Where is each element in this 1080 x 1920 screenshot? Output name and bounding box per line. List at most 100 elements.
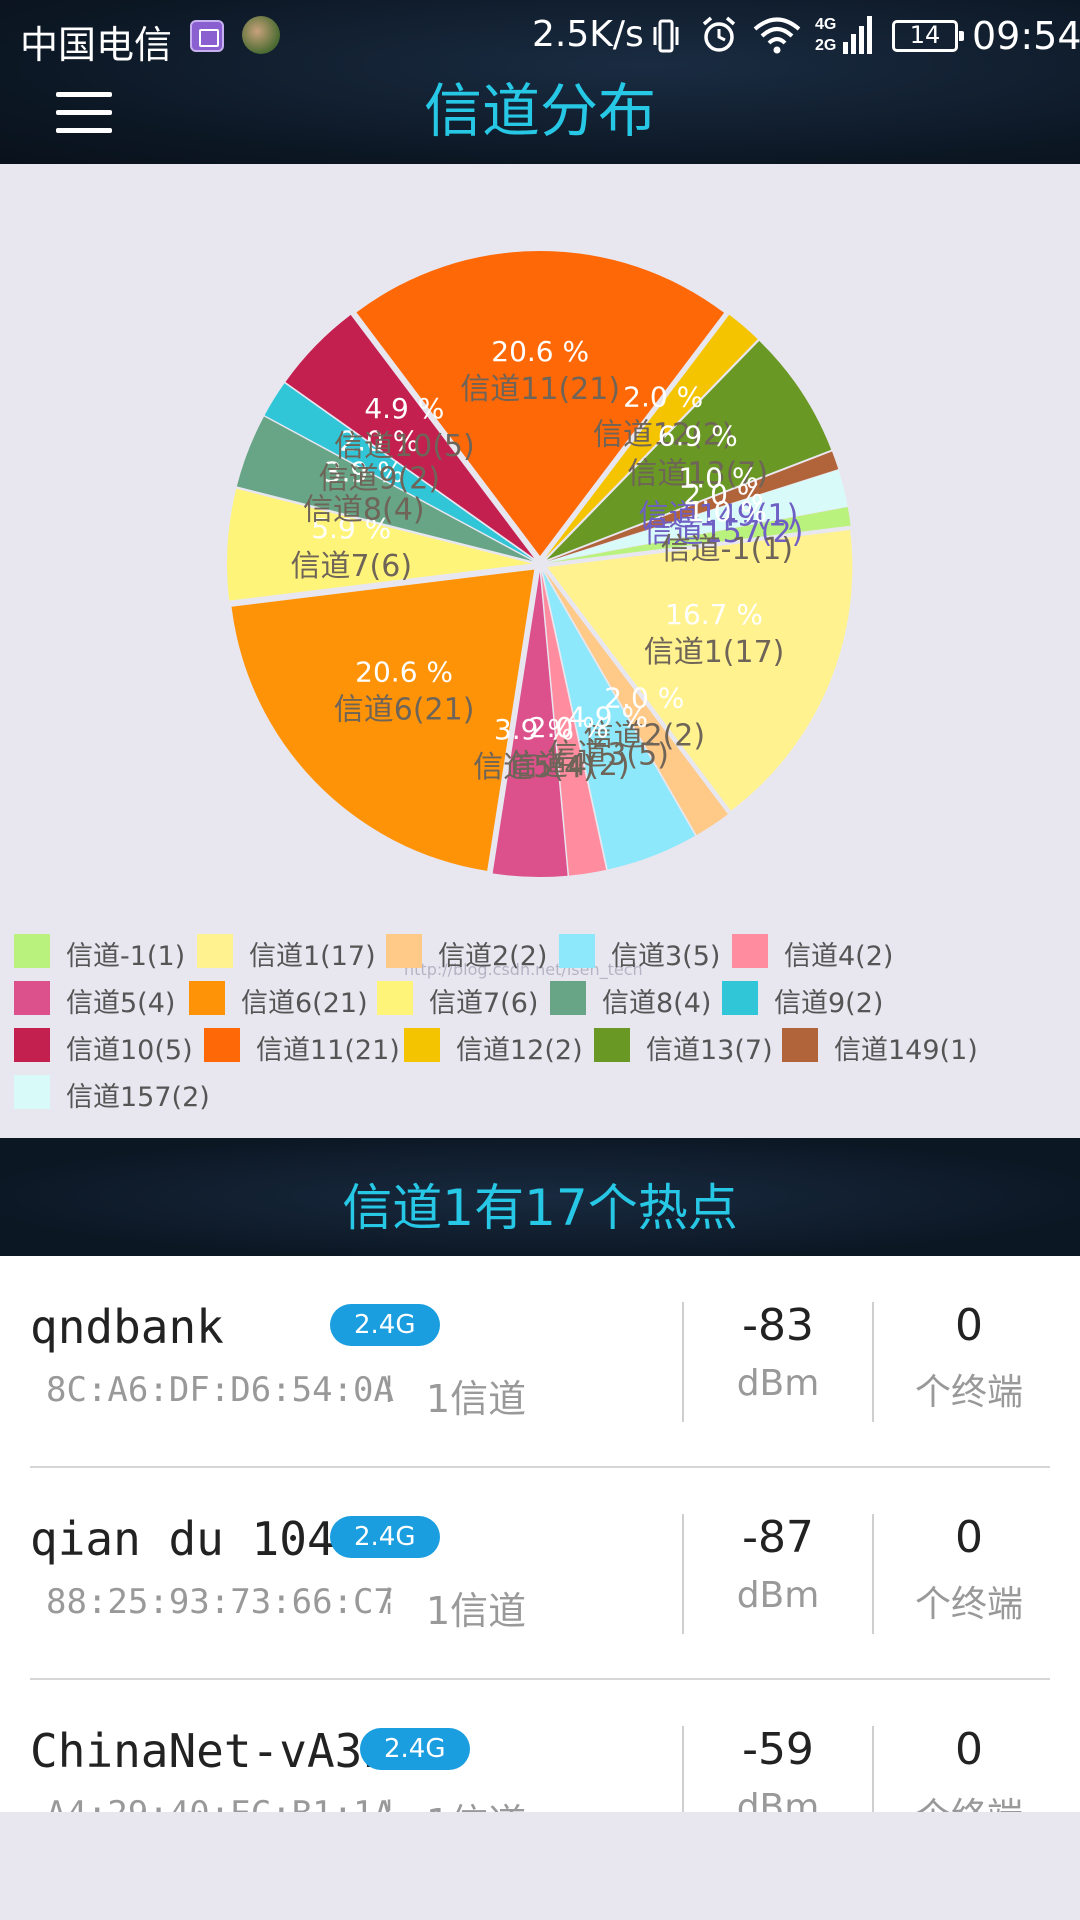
battery-icon: 14: [892, 20, 964, 52]
clients-unit: 个终端: [874, 1787, 1064, 1812]
legend-label: 信道7(6): [429, 988, 539, 1019]
network-type-4g: 4G: [815, 16, 836, 33]
legend-swatch: [594, 1028, 630, 1062]
rssi-unit: dBm: [736, 1363, 820, 1404]
legend-label: 信道9(2): [774, 988, 884, 1019]
legend-swatch: [559, 934, 595, 968]
client-count: 0 个终端: [874, 1300, 1064, 1415]
vibrate-icon: [653, 19, 679, 53]
legend-label: 信道1(17): [249, 941, 376, 972]
wifi-icon: [753, 17, 801, 54]
signal-strength: -59 dBm: [684, 1724, 872, 1812]
top-bar: 中国电信 2.5K/s 4G 2G 14 09:54 信道分布: [0, 0, 1080, 164]
channel-summary-text: 信道1有17个热点: [342, 1179, 738, 1237]
slice-percent-label: 16.7 %: [665, 598, 763, 631]
legend-swatch: [14, 981, 50, 1015]
cellular-signal-icon: 4G 2G: [815, 16, 872, 54]
slice-name-label: 信道7(6): [290, 549, 412, 584]
separator: ¦: [384, 1582, 395, 1617]
network-type-2g: 2G: [815, 37, 836, 54]
legend-swatch: [404, 1028, 440, 1062]
legend-label: 信道149(1): [834, 1035, 978, 1066]
channel-pie-chart[interactable]: 16.7 %信道1(17)2.0 %信道2(2)4.9 %信道3(5)2.0 %…: [0, 164, 1080, 924]
slice-name-label: 信道-1(1): [661, 532, 793, 567]
hotspot-ssid: qndbank: [30, 1300, 224, 1354]
page-title: 信道分布: [423, 77, 656, 145]
channel-summary-bar: 信道1有17个热点: [0, 1138, 1080, 1256]
clients-value: 0: [955, 1300, 983, 1351]
slice-percent-label: 20.6 %: [355, 655, 453, 688]
legend-swatch: [550, 981, 586, 1015]
slice-name-label: 信道8(4): [303, 493, 425, 528]
legend-label: 信道157(2): [66, 1082, 210, 1113]
legend-swatch: [732, 934, 768, 968]
slice-name-label: 信道11(21): [460, 372, 620, 407]
rssi-value: -87: [742, 1512, 814, 1563]
slice-percent-label: 1.0 %: [687, 495, 767, 528]
slice-name-label: 信道1(17): [644, 635, 785, 670]
hotspot-channel: 1信道: [426, 1377, 527, 1421]
slice-name-label: 信道6(21): [334, 692, 475, 727]
legend-swatch: [386, 934, 422, 968]
legend-swatch: [14, 934, 50, 968]
hotspot-channel: 1信道: [426, 1589, 527, 1633]
legend-swatch: [197, 934, 233, 968]
rssi-value: -59: [742, 1724, 814, 1775]
slice-percent-label: 20.6 %: [491, 335, 589, 368]
legend-swatch: [189, 981, 225, 1015]
legend-label: 信道2(2): [438, 941, 548, 972]
legend-swatch: [14, 1028, 50, 1062]
hotspot-ssid: qian du 104: [30, 1512, 335, 1566]
slice-percent-label: 6.9 %: [658, 420, 738, 453]
rssi-value: -83: [742, 1300, 814, 1351]
hotspot-list[interactable]: qndbank 2.4G 8C:A6:DF:D6:54:0A ¦ 1信道 -83…: [0, 1256, 1080, 1812]
legend-label: 信道12(2): [456, 1035, 583, 1066]
clients-unit: 个终端: [914, 1584, 1023, 1625]
clients-value: 0: [955, 1512, 983, 1563]
battery-level: 14: [909, 21, 941, 49]
hotspot-mac: 88:25:93:73:66:C7: [46, 1582, 394, 1622]
bottom-area: [0, 1812, 1080, 1920]
carrier-name: 中国电信: [20, 23, 173, 67]
hotspot-mac: A4:29:40:EC:B1:1A: [46, 1794, 394, 1812]
rssi-unit: dBm: [736, 1787, 820, 1812]
clock: 09:54: [972, 14, 1080, 58]
legend-swatch: [722, 981, 758, 1015]
slice-name-label: 信道10(5): [334, 429, 475, 464]
hotspot-mac: 8C:A6:DF:D6:54:0A: [46, 1370, 394, 1410]
separator: ¦: [384, 1370, 395, 1405]
legend-swatch: [782, 1028, 818, 1062]
legend-swatch: [14, 1075, 50, 1109]
legend-label: 信道-1(1): [66, 941, 186, 972]
legend-label: 信道11(21): [256, 1035, 400, 1066]
hotspot-row[interactable]: qndbank 2.4G 8C:A6:DF:D6:54:0A ¦ 1信道 -83…: [0, 1256, 1080, 1468]
signal-strength: -87 dBm: [684, 1512, 872, 1616]
slice-percent-label: 3.9 %: [494, 713, 574, 746]
client-count: 0 个终端: [874, 1724, 1064, 1812]
alarm-icon: [702, 16, 736, 52]
app-notification-icon: [242, 16, 280, 54]
legend-label: 信道6(21): [241, 988, 368, 1019]
hotspot-row[interactable]: qian du 104 2.4G 88:25:93:73:66:C7 ¦ 1信道…: [0, 1468, 1080, 1680]
band-badge: 2.4G: [360, 1728, 470, 1770]
legend-swatch: [204, 1028, 240, 1062]
hotspot-row[interactable]: ChinaNet-vA3z 2.4G A4:29:40:EC:B1:1A ¦ 1…: [0, 1680, 1080, 1812]
legend-label: 信道8(4): [602, 988, 712, 1019]
signal-strength: -83 dBm: [684, 1300, 872, 1404]
legend-label: 信道3(5): [611, 941, 721, 972]
legend-label: 信道10(5): [66, 1035, 193, 1066]
slice-name-label: 信道9(2): [319, 461, 441, 496]
clients-value: 0: [955, 1724, 983, 1775]
separator: ¦: [384, 1794, 395, 1812]
network-speed: 2.5K/s: [532, 14, 644, 55]
gallery-notification-icon: [190, 20, 224, 52]
legend-label: 信道5(4): [66, 988, 176, 1019]
clients-unit: 个终端: [914, 1372, 1023, 1413]
band-badge: 2.4G: [330, 1516, 440, 1558]
channel-pie-chart-panel: 16.7 % 信道1(17) 2.0 % 信道2(2) 4.9 % 信道3(5) 2.0 %…: [0, 164, 1080, 1138]
legend-label: 信道4(2): [784, 941, 894, 972]
legend-swatch: [377, 981, 413, 1015]
hotspot-channel: 1信道: [426, 1792, 526, 1812]
band-badge: 2.4G: [330, 1304, 440, 1346]
slice-percent-label: 2.0 %: [623, 381, 703, 414]
